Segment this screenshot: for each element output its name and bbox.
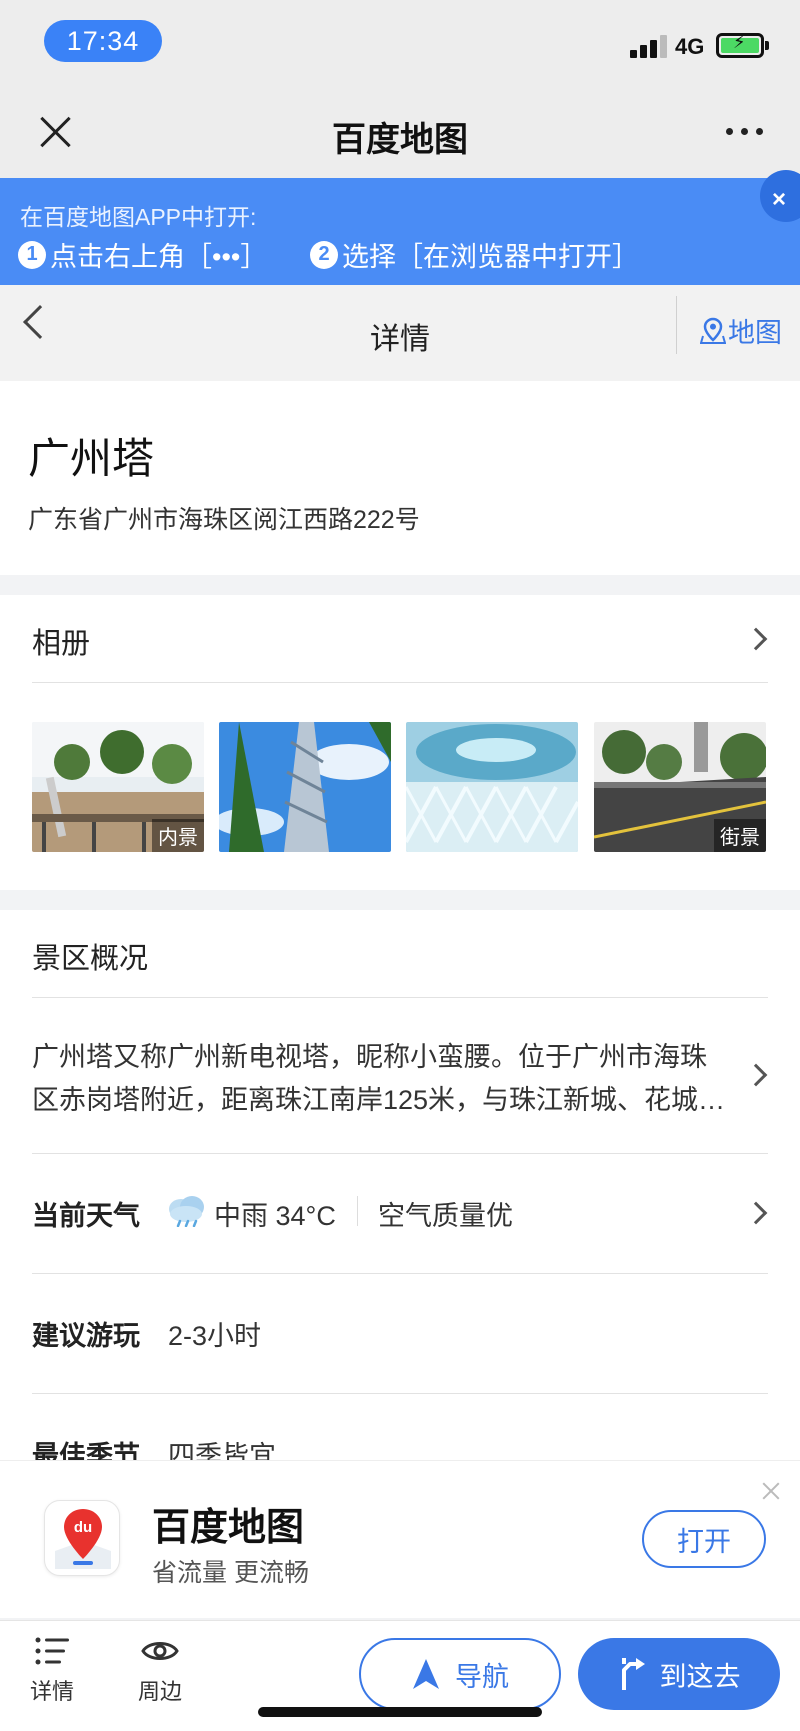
weather-label: 当前天气 bbox=[32, 1201, 140, 1231]
divider bbox=[32, 1273, 768, 1274]
weather-value: 中雨 34°C bbox=[214, 1201, 336, 1231]
status-time: 17:34 bbox=[44, 20, 162, 62]
suggest-label: 建议游玩 bbox=[32, 1321, 140, 1351]
network-type: 4G bbox=[675, 34, 705, 59]
go-here-label: 到这去 bbox=[659, 1661, 741, 1692]
step-2-text: 选择［在浏览器中打开］ bbox=[342, 242, 639, 272]
step-1-text: 点击右上角［•••］ bbox=[50, 242, 268, 272]
eye-icon bbox=[141, 1642, 179, 1660]
poi-name: 广州塔 bbox=[28, 435, 155, 482]
home-indicator bbox=[258, 1707, 542, 1717]
signal-icon bbox=[630, 34, 668, 58]
banner-step-1: 1 点击右上角［•••］ bbox=[18, 235, 267, 274]
navigate-button[interactable]: 导航 bbox=[359, 1638, 561, 1710]
tab-nearby[interactable]: 周边 bbox=[120, 1634, 200, 1706]
album-photo[interactable]: 内景 bbox=[32, 722, 204, 852]
promo-app-name: 百度地图 bbox=[152, 1507, 305, 1549]
route-turn-icon bbox=[621, 1658, 645, 1690]
intro-line: 区赤岗塔附近，距离珠江南岸125米，与珠江新城、花城… bbox=[32, 1085, 726, 1115]
album-photo[interactable]: 街景 bbox=[594, 722, 766, 852]
suggest-value: 2-3小时 bbox=[168, 1321, 262, 1351]
album-title: 相册 bbox=[32, 628, 91, 660]
navigate-label: 导航 bbox=[455, 1661, 509, 1692]
map-link-label: 地图 bbox=[728, 318, 782, 348]
divider bbox=[32, 682, 768, 683]
step-2-number: 2 bbox=[310, 240, 338, 269]
banner-hint: 在百度地图APP中打开: bbox=[20, 204, 257, 230]
banner-step-2: 2 选择［在浏览器中打开］ bbox=[310, 235, 639, 274]
tab-detail-label: 详情 bbox=[29, 1679, 74, 1704]
divider bbox=[32, 1153, 768, 1154]
rain-cloud-icon bbox=[166, 1193, 206, 1228]
baidu-map-app-icon: du bbox=[44, 1500, 120, 1576]
app-icon-text: du bbox=[74, 1519, 92, 1536]
promo-subtitle: 省流量 更流畅 bbox=[152, 1559, 309, 1587]
divider bbox=[357, 1196, 358, 1226]
overview-title: 景区概况 bbox=[32, 943, 149, 975]
detail-title: 详情 bbox=[370, 323, 430, 356]
map-link[interactable]: 地图 bbox=[699, 311, 782, 350]
divider bbox=[676, 296, 677, 354]
battery-icon: ⚡ bbox=[716, 32, 769, 58]
navigation-arrow-icon bbox=[413, 1659, 439, 1689]
intro-line: 广州塔又称广州新电视塔，昵称小蛮腰。位于广州市海珠 bbox=[32, 1042, 707, 1072]
page-title: 百度地图 bbox=[332, 121, 468, 159]
map-pin-icon bbox=[699, 317, 727, 345]
open-app-button[interactable]: 打开 bbox=[642, 1510, 766, 1568]
tab-detail[interactable]: 详情 bbox=[12, 1634, 92, 1706]
go-here-button[interactable]: 到这去 bbox=[578, 1638, 780, 1710]
step-1-number: 1 bbox=[18, 240, 46, 269]
divider bbox=[32, 997, 768, 998]
photo-tag: 街景 bbox=[714, 819, 766, 852]
album-photo[interactable] bbox=[406, 722, 578, 852]
air-quality: 空气质量优 bbox=[378, 1201, 513, 1231]
poi-address: 广东省广州市海珠区阅江西路222号 bbox=[28, 506, 420, 534]
tab-nearby-label: 周边 bbox=[137, 1679, 182, 1704]
divider bbox=[32, 1393, 768, 1394]
photo-tag: 内景 bbox=[152, 819, 204, 852]
album-photo[interactable] bbox=[219, 722, 391, 852]
list-icon bbox=[35, 1637, 69, 1665]
promo-close-icon[interactable] bbox=[760, 1480, 782, 1502]
overview-card bbox=[0, 910, 800, 1460]
overview-intro[interactable]: 广州塔又称广州新电视塔，昵称小蛮腰。位于广州市海珠 区赤岗塔附近，距离珠江南岸1… bbox=[32, 1036, 732, 1122]
more-icon[interactable] bbox=[726, 128, 763, 135]
